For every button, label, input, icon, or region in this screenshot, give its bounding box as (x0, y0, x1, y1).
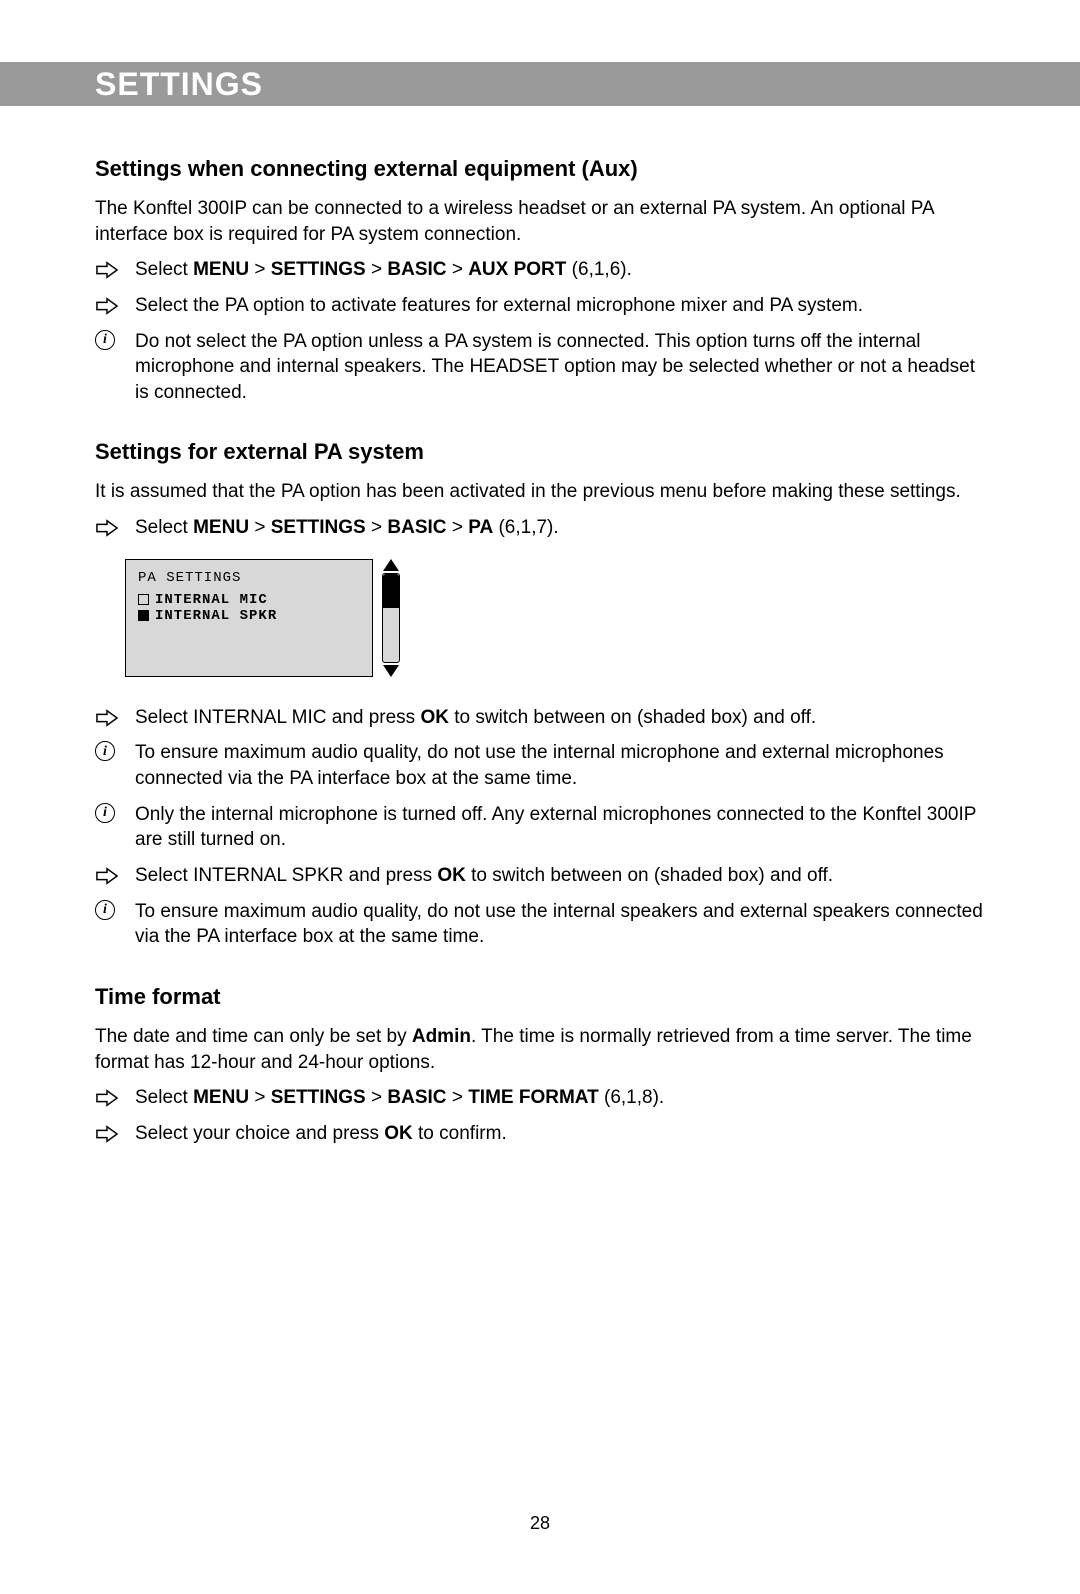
item-text: Select your choice and press OK to confi… (135, 1123, 507, 1144)
arrow-right-icon (95, 516, 119, 540)
list-item: Select the PA option to activate feature… (95, 293, 985, 319)
list-item: Select INTERNAL MIC and press OK to swit… (95, 705, 985, 731)
item-text: Select INTERNAL MIC and press OK to swit… (135, 707, 816, 728)
list-item: Select MENU > SETTINGS > BASIC > TIME FO… (95, 1085, 985, 1111)
list-item: Select INTERNAL SPKR and press OK to swi… (95, 863, 985, 889)
section-intro: The Konftel 300IP can be connected to a … (95, 196, 985, 247)
lcd-row: INTERNAL SPKR (138, 608, 360, 624)
page-banner: SETTINGS (0, 62, 1080, 106)
item-text: Select MENU > SETTINGS > BASIC > AUX POR… (135, 259, 632, 280)
list-item: i To ensure maximum audio quality, do no… (95, 899, 985, 950)
page-number: 28 (0, 1513, 1080, 1534)
scrollbar-thumb (383, 574, 399, 608)
section-intro: The date and time can only be set by Adm… (95, 1024, 985, 1075)
lcd-display: PA SETTINGS INTERNAL MIC INTERNAL SPKR (125, 559, 985, 677)
arrow-right-icon (95, 294, 119, 318)
arrow-right-icon (95, 1086, 119, 1110)
item-text: Only the internal microphone is turned o… (135, 804, 976, 851)
info-icon: i (95, 900, 115, 920)
banner-title: SETTINGS (95, 66, 263, 103)
list-item: Select MENU > SETTINGS > BASIC > PA (6,1… (95, 515, 985, 541)
scrollbar-track (382, 573, 400, 663)
section-heading-pa: Settings for external PA system (95, 439, 985, 465)
item-text: Select MENU > SETTINGS > BASIC > PA (6,1… (135, 517, 559, 538)
lcd-screen: PA SETTINGS INTERNAL MIC INTERNAL SPKR (125, 559, 373, 677)
lcd-title: PA SETTINGS (138, 570, 360, 586)
list-item: i Only the internal microphone is turned… (95, 802, 985, 853)
lcd-row: INTERNAL MIC (138, 592, 360, 608)
arrow-right-icon (95, 1122, 119, 1146)
checkbox-filled-icon (138, 610, 149, 621)
info-icon: i (95, 803, 115, 823)
instruction-list: Select INTERNAL MIC and press OK to swit… (95, 705, 985, 950)
section-intro: It is assumed that the PA option has bee… (95, 479, 985, 505)
item-text: Select INTERNAL SPKR and press OK to swi… (135, 865, 833, 886)
section-heading-aux: Settings when connecting external equipm… (95, 156, 985, 182)
arrow-right-icon (95, 706, 119, 730)
checkbox-empty-icon (138, 594, 149, 605)
arrow-right-icon (95, 864, 119, 888)
instruction-list: Select MENU > SETTINGS > BASIC > AUX POR… (95, 257, 985, 405)
scrollbar (377, 559, 405, 677)
item-text: Do not select the PA option unless a PA … (135, 331, 975, 403)
section-heading-time: Time format (95, 984, 985, 1010)
list-item: Select MENU > SETTINGS > BASIC > AUX POR… (95, 257, 985, 283)
item-text: To ensure maximum audio quality, do not … (135, 742, 944, 789)
page-content: Settings when connecting external equipm… (0, 106, 1080, 1146)
list-item: i To ensure maximum audio quality, do no… (95, 740, 985, 791)
instruction-list: Select MENU > SETTINGS > BASIC > PA (6,1… (95, 515, 985, 541)
info-icon: i (95, 741, 115, 761)
item-text: Select MENU > SETTINGS > BASIC > TIME FO… (135, 1087, 664, 1108)
list-item: Select your choice and press OK to confi… (95, 1121, 985, 1147)
triangle-up-icon (383, 559, 399, 571)
item-text: To ensure maximum audio quality, do not … (135, 901, 983, 948)
arrow-right-icon (95, 258, 119, 282)
list-item: i Do not select the PA option unless a P… (95, 329, 985, 406)
instruction-list: Select MENU > SETTINGS > BASIC > TIME FO… (95, 1085, 985, 1146)
item-text: Select the PA option to activate feature… (135, 295, 863, 316)
info-icon: i (95, 330, 115, 350)
triangle-down-icon (383, 665, 399, 677)
